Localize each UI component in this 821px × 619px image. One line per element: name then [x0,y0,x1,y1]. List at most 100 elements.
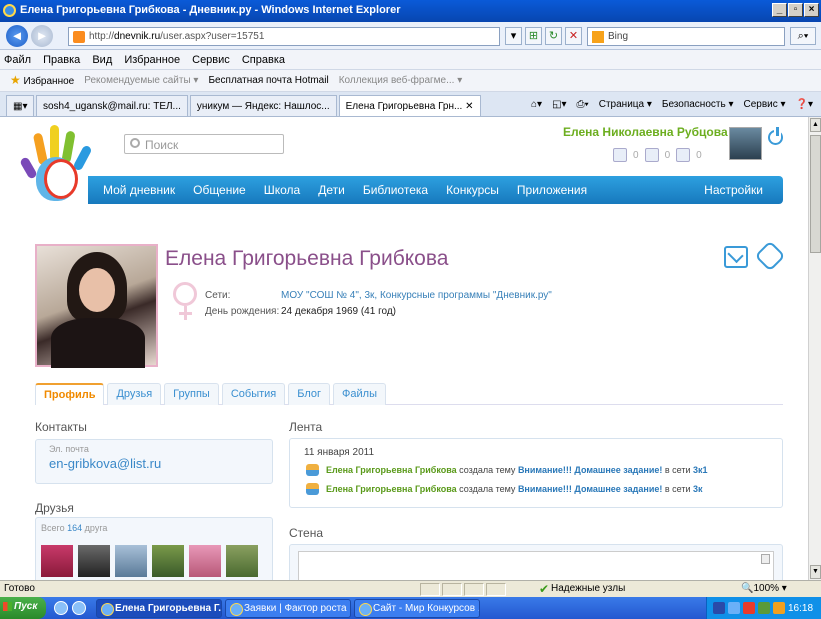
search-go-icon[interactable]: ⌕▾ [790,27,816,45]
tab-friends[interactable]: Друзья [107,383,162,405]
scroll-thumb[interactable] [810,135,821,253]
send-message-icon[interactable] [724,246,748,268]
nav-contests[interactable]: Конкурсы [446,183,499,197]
nav-settings[interactable]: Настройки [704,183,763,197]
tools-menu[interactable]: Сервис ▾ [743,99,785,110]
print-icon[interactable]: ⎙▾ [577,99,589,110]
feed-heading: Лента [289,420,323,434]
current-user-avatar[interactable] [729,127,762,160]
nav-library[interactable]: Библиотека [363,183,428,197]
taskbar-button-zayavki[interactable]: Заявки | Фактор роста ... [225,598,351,618]
tab-events[interactable]: События [221,383,286,405]
network-icon[interactable] [728,602,740,614]
current-user-link[interactable]: Елена Николаевна Рубцова [563,125,728,139]
security-zone[interactable]: Надежные узлы [551,583,625,594]
feed-network-link[interactable]: 3к [693,484,703,494]
menu-edit[interactable]: Правка [43,54,80,66]
home-icon[interactable]: ⌂▾ [531,99,542,110]
messages-icon[interactable] [613,148,627,162]
refresh-icon[interactable]: ↻ [545,27,562,45]
wall-post-input[interactable] [298,551,774,580]
site-search-input[interactable]: Поиск [124,134,284,154]
taskbar-button-dnevnik[interactable]: Елена Григорьевна Г... [96,598,222,618]
friends-count-number[interactable]: 164 [67,523,82,533]
friend-requests-icon[interactable] [644,148,659,162]
quick-tabs-icon[interactable]: ▦▾ [6,95,34,116]
profile-name: Елена Григорьевна Грибкова [165,247,449,270]
nav-communication[interactable]: Общение [193,183,246,197]
browser-tab-yandex[interactable]: уникум — Яндекс: Нашлос... [189,95,337,116]
url-dropdown-button[interactable]: ▾ [505,27,522,45]
close-window-button[interactable]: × [804,3,819,17]
minimize-button[interactable]: _ [772,3,787,17]
menu-favorites[interactable]: Избранное [124,54,180,66]
tab-profile[interactable]: Профиль [35,383,105,405]
wall-scroll-button[interactable] [761,554,770,564]
contacts-box: Эл. почта en-gribkova@list.ru [35,439,273,484]
url-field[interactable]: http://dnevnik.ru/user.aspx?user=15751 [68,27,500,46]
email-link[interactable]: en-gribkova@list.ru [49,456,272,471]
url-path: /user.aspx?user=15751 [160,31,265,42]
quicklaunch-ie-icon[interactable] [54,601,68,615]
feed-network-link[interactable]: 3к1 [693,465,708,475]
antivirus-icon[interactable] [743,602,755,614]
menu-tools[interactable]: Сервис [192,54,230,66]
browser-tab-mail[interactable]: sosh4_ugansk@mail.ru: ТЕЛ... [36,95,188,116]
invitations-icon[interactable] [676,148,691,162]
volume-icon[interactable] [773,602,785,614]
friend-thumb[interactable] [152,545,184,577]
stop-icon[interactable]: ✕ [565,27,582,45]
vertical-scrollbar[interactable]: ▲ ▼ [808,117,821,580]
friend-thumb[interactable] [189,545,221,577]
friend-thumb[interactable] [226,545,258,577]
feed-user-link[interactable]: Елена Григорьевна Грибкова [326,465,457,475]
maximize-button[interactable]: ▫ [788,3,803,17]
browser-tab-dnevnik[interactable]: Елена Григорьевна Грн... ✕ [338,95,481,116]
start-button[interactable]: Пуск [0,597,46,619]
nav-my-diary[interactable]: Мой дневник [103,183,175,197]
tab-blog[interactable]: Блог [288,383,331,405]
search-icon [130,138,140,148]
friend-thumb[interactable] [115,545,147,577]
language-icon[interactable] [713,602,725,614]
back-button[interactable]: ◄ [6,25,28,47]
page-menu[interactable]: Страница ▾ [599,99,652,110]
feed-topic-link[interactable]: Внимание!!! Домашнее задание! [518,484,662,494]
tab-files[interactable]: Файлы [333,383,386,405]
menu-file[interactable]: Файл [4,54,31,66]
search-field[interactable]: Bing [587,27,785,46]
hotmail-link[interactable]: Бесплатная почта Hotmail [208,75,328,91]
menu-view[interactable]: Вид [92,54,112,66]
compat-view-icon[interactable]: ⊞ [525,27,542,45]
friend-thumb[interactable] [78,545,110,577]
feed-user-link[interactable]: Елена Григорьевна Грибкова [326,484,457,494]
scroll-up-icon[interactable]: ▲ [810,118,821,132]
web-slice-gallery-link[interactable]: Коллекция веб-фрагме... ▾ [339,75,463,91]
feeds-icon[interactable]: ◱▾ [552,99,566,110]
tray-app-icon[interactable] [758,602,770,614]
nav-children[interactable]: Дети [318,183,345,197]
birthday-label: День рождения: [205,306,280,317]
forward-button[interactable]: ► [31,25,53,47]
profile-photo[interactable] [35,244,158,368]
menu-help[interactable]: Справка [242,54,285,66]
scroll-down-icon[interactable]: ▼ [810,565,821,579]
zoom-level[interactable]: 🔍100% ▾ [741,583,787,594]
wall-box [289,544,783,580]
nav-apps[interactable]: Приложения [517,183,587,197]
add-friend-icon[interactable] [754,240,786,272]
feed-item: Елена Григорьевна Грибкова создала тему … [304,483,782,495]
dnevnik-logo[interactable] [19,123,96,207]
help-icon[interactable]: ❓▾ [796,99,813,110]
logout-icon[interactable] [768,127,783,145]
friend-thumb[interactable] [41,545,73,577]
safety-menu[interactable]: Безопасность ▾ [662,99,734,110]
feed-topic-link[interactable]: Внимание!!! Домашнее задание! [518,465,662,475]
nav-school[interactable]: Школа [264,183,300,197]
networks-value[interactable]: МОУ "СОШ № 4", 3к, Конкурсные программы … [281,290,552,301]
suggested-sites-link[interactable]: Рекомендуемые сайты ▾ [84,75,198,91]
tab-groups[interactable]: Группы [164,383,219,405]
quicklaunch-desktop-icon[interactable] [72,601,86,615]
taskbar-button-konkursy[interactable]: Сайт - Мир Конкурсов ... [354,598,480,618]
favorites-button[interactable]: ★ Избранное [10,74,74,91]
